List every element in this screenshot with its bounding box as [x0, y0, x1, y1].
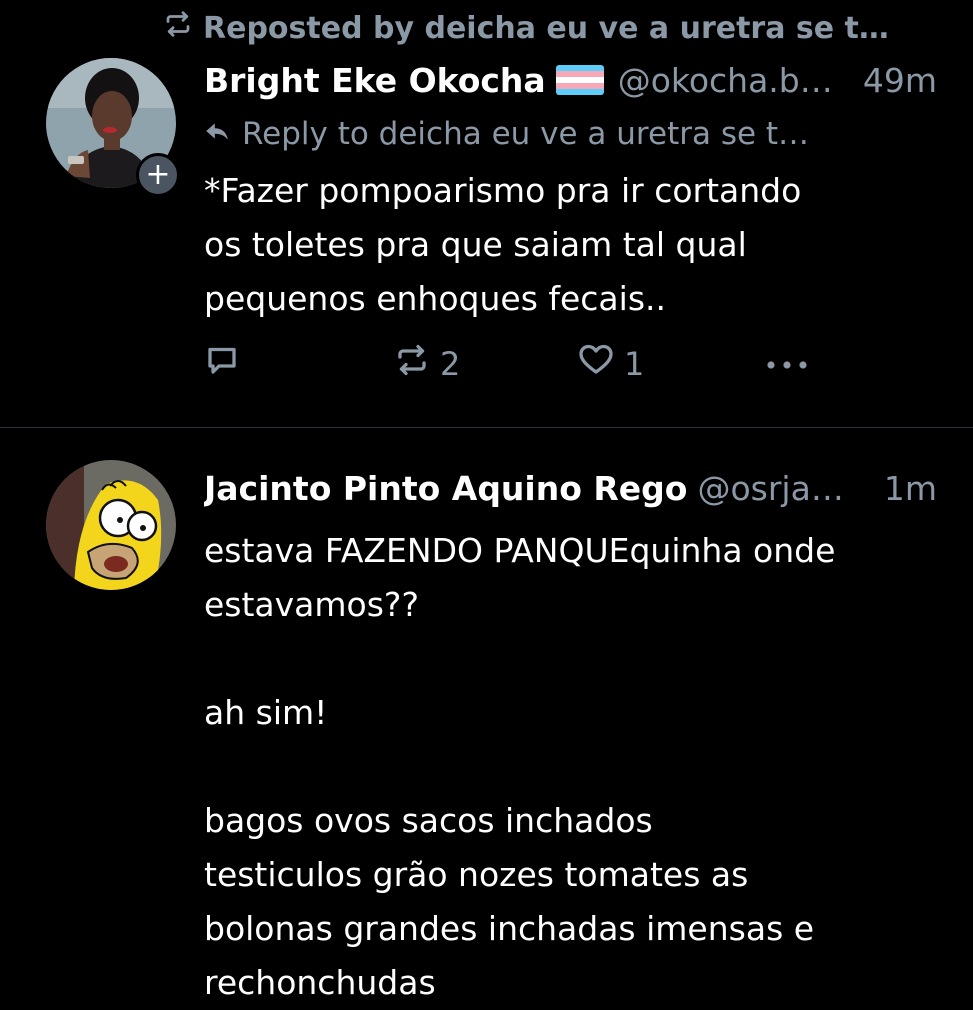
post-actions: 2 1	[204, 344, 824, 384]
reply-to-line[interactable]: Reply to deicha eu ve a uretra se t…	[204, 108, 937, 160]
handle[interactable]: @okocha.b…	[618, 61, 849, 100]
reply-icon	[204, 342, 240, 386]
more-dots-icon	[764, 345, 810, 383]
reply-to-text: Reply to deicha eu ve a uretra se t…	[242, 116, 810, 152]
avatar[interactable]	[46, 460, 176, 590]
post-content: Bright Eke Okocha @okocha.b… 49m Reply t…	[204, 52, 937, 326]
post-content: Jacinto Pinto Aquino Rego @osrja… 1m est…	[204, 460, 937, 1010]
repost-icon	[394, 342, 430, 386]
repost-header-text: Reposted by deicha eu ve a uretra se t…	[203, 10, 889, 46]
repost-header[interactable]: Reposted by deicha eu ve a uretra se t…	[163, 8, 889, 48]
like-button[interactable]: 1	[578, 344, 644, 384]
post[interactable]: + Bright Eke Okocha @okocha.b… 49m Reply…	[0, 52, 973, 426]
post[interactable]: Jacinto Pinto Aquino Rego @osrja… 1m est…	[0, 460, 973, 1002]
reply-arrow-icon	[204, 116, 230, 152]
heart-icon	[578, 342, 614, 386]
plus-icon: +	[145, 157, 171, 192]
transgender-flag-icon	[555, 65, 604, 95]
post-header: Bright Eke Okocha @okocha.b… 49m	[204, 52, 937, 108]
reply-button[interactable]	[204, 344, 240, 384]
timestamp[interactable]: 1m	[884, 469, 937, 508]
timestamp[interactable]: 49m	[863, 61, 937, 100]
post-divider	[0, 427, 973, 428]
display-name[interactable]: Bright Eke Okocha	[204, 61, 546, 100]
follow-plus-button[interactable]: +	[136, 153, 180, 197]
post-text: *Fazer pompoarismo pra ir cortando os to…	[204, 171, 802, 318]
more-options-button[interactable]	[764, 344, 810, 384]
like-count: 1	[624, 345, 645, 383]
handle[interactable]: @osrja…	[697, 469, 869, 508]
repost-button[interactable]: 2	[394, 344, 460, 384]
repost-icon	[163, 9, 193, 47]
post-header: Jacinto Pinto Aquino Rego @osrja… 1m	[204, 460, 937, 516]
post-text: estava FAZENDO PANQUEquinha onde estavam…	[204, 531, 836, 1002]
repost-count: 2	[440, 345, 461, 383]
display-name[interactable]: Jacinto Pinto Aquino Rego	[204, 469, 687, 508]
